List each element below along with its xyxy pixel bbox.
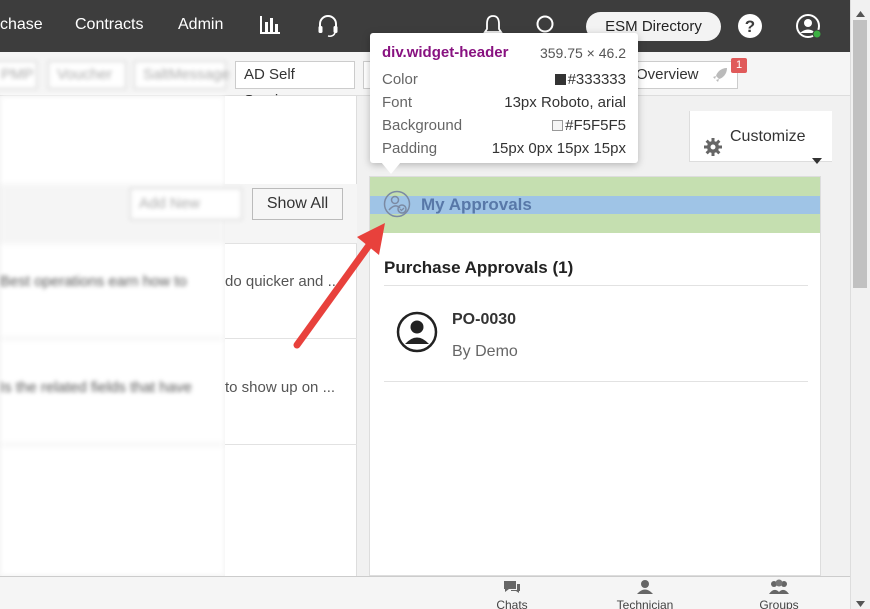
announcement-2-text[interactable]: to show up on ...	[225, 379, 335, 396]
tooltip-pointer	[381, 162, 401, 174]
divider	[225, 444, 357, 445]
approval-item-id[interactable]: PO-0030	[452, 311, 516, 329]
divider	[384, 381, 808, 382]
tooltip-color-label: Color	[382, 71, 418, 88]
reports-chart-icon[interactable]	[259, 14, 281, 41]
ad-self-service-button[interactable]: AD Self Service	[235, 61, 355, 109]
quicklink-blurred-2[interactable]: Voucher	[48, 61, 126, 89]
my-approvals-widget: My Approvals Purchase Approvals (1) PO-0…	[369, 176, 821, 576]
notification-badge: 1	[731, 58, 747, 73]
divider	[384, 285, 808, 286]
scroll-down-arrow-icon[interactable]	[856, 594, 865, 609]
background-swatch	[552, 120, 564, 131]
tooltip-color-value: #333333	[554, 71, 626, 88]
widget-header: My Approvals	[370, 177, 820, 233]
technician-button[interactable]: Technician	[610, 579, 680, 609]
help-icon[interactable]: ?	[737, 13, 763, 44]
groups-label: Groups	[759, 598, 799, 609]
chats-button[interactable]: Chats	[490, 579, 534, 609]
chats-label: Chats	[496, 598, 528, 609]
announcement-1-blurred: Best operations earn how to	[0, 273, 187, 290]
quicklink-blurred-3[interactable]: SaltMessage	[134, 61, 230, 89]
technician-label: Technician	[616, 598, 674, 609]
tooltip-padding-value: 15px 0px 15px 15px	[491, 140, 626, 157]
technician-person-icon	[636, 580, 654, 597]
overview-label: Overview	[636, 66, 699, 83]
color-swatch	[554, 74, 566, 85]
groups-button[interactable]: Groups	[752, 579, 806, 609]
nav-purchase[interactable]: chase	[0, 16, 43, 34]
groups-people-icon	[768, 579, 790, 597]
tooltip-dimensions: 359.75 × 46.2	[539, 45, 626, 61]
headset-support-icon[interactable]	[317, 14, 339, 43]
annotation-arrow	[293, 223, 385, 349]
tooltip-background-text: #F5F5F5	[565, 117, 626, 134]
purchase-approvals-title[interactable]: Purchase Approvals (1)	[384, 258, 573, 278]
add-new-label: Add New	[139, 195, 200, 212]
chat-bubble-icon	[502, 581, 522, 597]
customize-label: Customize	[730, 128, 806, 145]
approval-item-requester: By Demo	[452, 343, 518, 360]
tooltip-background-label: Background	[382, 117, 463, 134]
customize-button[interactable]: Customize	[689, 111, 832, 164]
scrollbar-thumb[interactable]	[853, 20, 867, 288]
tooltip-color-text: #333333	[567, 71, 626, 88]
tooltip-font-value: 13px Roboto, arial	[504, 94, 626, 111]
gear-icon	[703, 127, 723, 178]
svg-text:?: ?	[745, 17, 755, 36]
tooltip-selector: div.widget-header	[382, 44, 509, 61]
rocket-icon	[711, 66, 729, 93]
blurred-left-content	[0, 96, 225, 576]
tooltip-padding-label: Padding	[382, 140, 438, 157]
user-avatar-icon	[396, 311, 438, 358]
announcement-2-blurred: Is the related fields that have	[0, 379, 192, 396]
user-profile-icon[interactable]	[795, 13, 823, 46]
widget-title[interactable]: My Approvals	[421, 195, 532, 215]
nav-admin[interactable]: Admin	[178, 16, 223, 34]
overview-button[interactable]: Overview	[628, 61, 738, 89]
nav-contracts[interactable]: Contracts	[75, 16, 143, 34]
tooltip-background-value: #F5F5F5	[552, 117, 626, 134]
quicklink-blurred-1[interactable]: PMP	[0, 61, 37, 89]
add-new-button[interactable]: Add New	[130, 188, 242, 220]
inspector-tooltip: div.widget-header 359.75 × 46.2 Color #3…	[370, 33, 638, 163]
tooltip-font-label: Font	[382, 94, 413, 111]
bottom-bar: Chats Technician Groups	[0, 576, 850, 609]
